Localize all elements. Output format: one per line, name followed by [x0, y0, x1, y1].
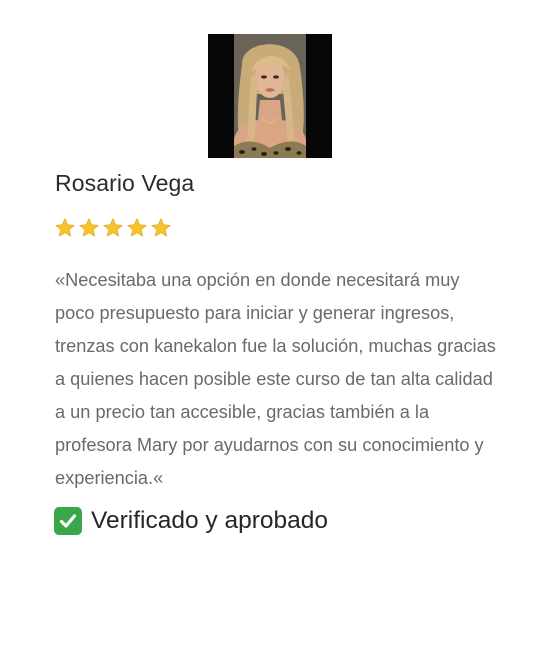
check-mark-button-icon — [54, 507, 82, 535]
star-rating — [54, 217, 172, 239]
reviewer-name: Rosario Vega — [55, 170, 195, 196]
star-icon — [55, 218, 75, 237]
reviewer-photo — [208, 34, 332, 158]
star-icon — [127, 218, 147, 237]
testimonial-quote: «Necesitaba una opción en donde necesita… — [55, 270, 496, 488]
testimonial-card: Rosario Vega «Necesitaba una opción en d… — [0, 0, 540, 665]
star-icon — [103, 218, 123, 237]
verified-badge: Verificado y aprobado — [54, 507, 328, 535]
verified-label: Verificado y aprobado — [91, 507, 328, 534]
star-icon — [79, 218, 99, 237]
reviewer-photo-image — [208, 34, 332, 158]
star-icon — [151, 218, 171, 237]
